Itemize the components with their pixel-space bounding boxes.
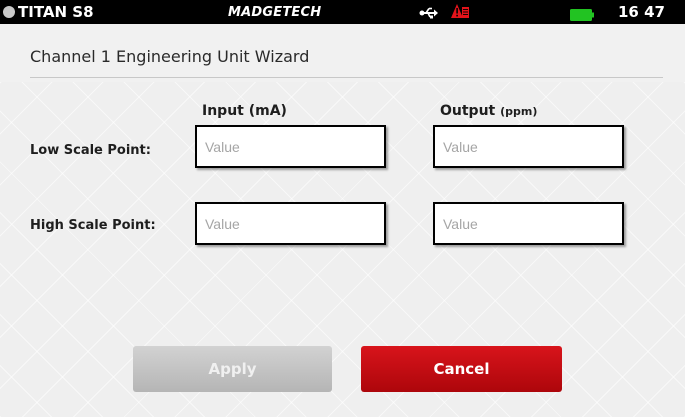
output-column-unit: (ppm): [500, 105, 538, 118]
input-column-unit: (mA): [248, 103, 287, 119]
high-input-field[interactable]: [195, 202, 386, 245]
title-divider: [30, 77, 663, 78]
output-column-label: Output: [440, 103, 496, 119]
alarm-icon: [450, 3, 470, 25]
low-scale-point-label: Low Scale Point:: [30, 143, 151, 158]
wizard-screen: Channel 1 Engineering Unit Wizard Input …: [0, 24, 685, 417]
high-output-field[interactable]: [433, 202, 624, 245]
status-bar: TITAN S8 MADGETECH 16 47: [0, 0, 685, 24]
battery-icon: [570, 6, 594, 25]
usb-icon: [419, 5, 439, 24]
input-column-label: Input: [202, 103, 244, 119]
input-column-header: Input (mA): [202, 102, 287, 120]
low-input-field[interactable]: [195, 125, 386, 168]
cancel-button[interactable]: Cancel: [361, 346, 562, 392]
page-title: Channel 1 Engineering Unit Wizard: [30, 47, 310, 66]
clock: 16 47: [618, 3, 665, 21]
low-output-field[interactable]: [433, 125, 624, 168]
device-name: TITAN S8: [18, 3, 94, 21]
brand-logo: MADGETECH: [228, 5, 322, 20]
high-scale-point-label: High Scale Point:: [30, 218, 156, 233]
output-column-header: Output (ppm): [440, 102, 537, 121]
apply-button[interactable]: Apply: [133, 346, 332, 392]
status-dot-icon: [3, 6, 15, 18]
